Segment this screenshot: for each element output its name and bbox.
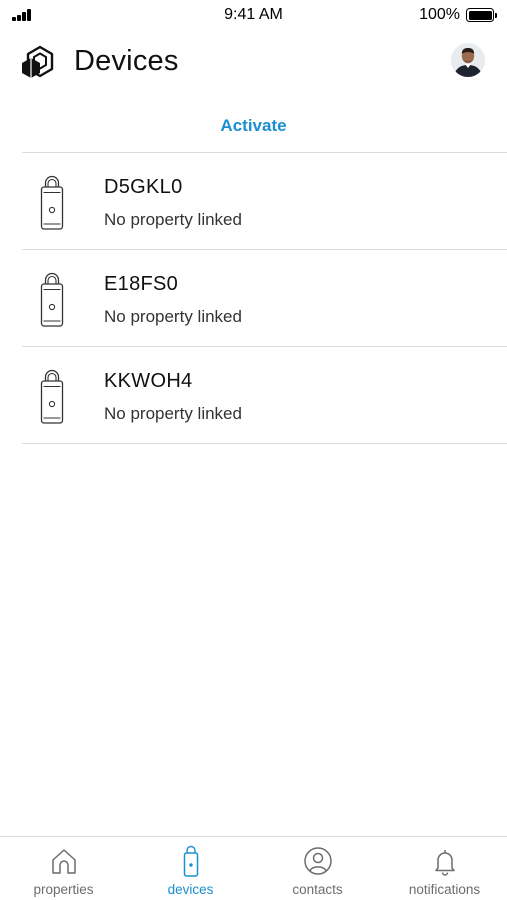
battery-indicator: 100% — [419, 6, 497, 24]
device-id: D5GKL0 — [104, 176, 183, 198]
tab-label: contacts — [292, 882, 343, 897]
device-row[interactable]: D5GKL0 No property linked — [22, 153, 507, 250]
device-status: No property linked — [104, 210, 242, 229]
tab-label: devices — [167, 882, 214, 897]
device-row[interactable]: E18FS0 No property linked — [22, 250, 507, 347]
tab-properties[interactable]: properties — [0, 837, 127, 900]
header: Devices — [0, 40, 507, 86]
device-row[interactable]: KKWOH4 No property linked — [22, 347, 507, 444]
page-title: Devices — [74, 45, 179, 77]
device-status: No property linked — [104, 307, 242, 326]
tab-bar: properties devices contacts notification… — [0, 836, 507, 900]
contact-icon — [303, 847, 332, 875]
battery-icon — [466, 8, 494, 22]
lockbox-icon — [40, 175, 64, 230]
battery-percentage: 100% — [419, 6, 460, 23]
tab-contacts[interactable]: contacts — [254, 837, 381, 900]
tab-label: properties — [33, 882, 94, 897]
status-bar: 9:41 AM 100% — [0, 0, 507, 30]
device-id: E18FS0 — [104, 273, 179, 295]
device-list: D5GKL0 No property linked E18FS0 No prop… — [22, 152, 507, 444]
device-id: KKWOH4 — [104, 370, 193, 392]
device-status: No property linked — [104, 404, 242, 423]
user-avatar[interactable] — [451, 43, 485, 77]
avatar-image — [451, 43, 485, 77]
home-icon — [51, 849, 76, 874]
activate-link[interactable]: Activate — [0, 116, 507, 136]
lockbox-icon — [183, 845, 198, 877]
tab-label: notifications — [408, 882, 481, 897]
lockbox-icon — [40, 272, 64, 327]
tab-notifications[interactable]: notifications — [381, 837, 507, 900]
app-logo-icon — [22, 45, 54, 78]
lockbox-icon — [40, 369, 64, 424]
tab-devices[interactable]: devices — [127, 837, 254, 900]
bell-icon — [434, 850, 455, 876]
